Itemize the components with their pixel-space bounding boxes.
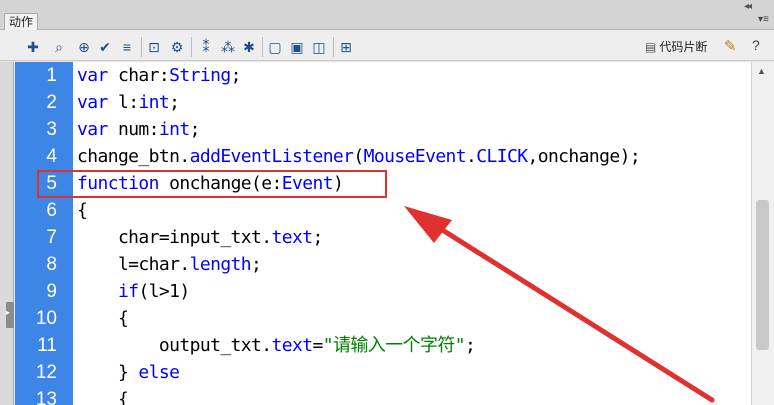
annotation-arrow bbox=[404, 206, 715, 403]
arrow-shaft bbox=[422, 216, 715, 403]
arrow-head bbox=[404, 206, 452, 243]
